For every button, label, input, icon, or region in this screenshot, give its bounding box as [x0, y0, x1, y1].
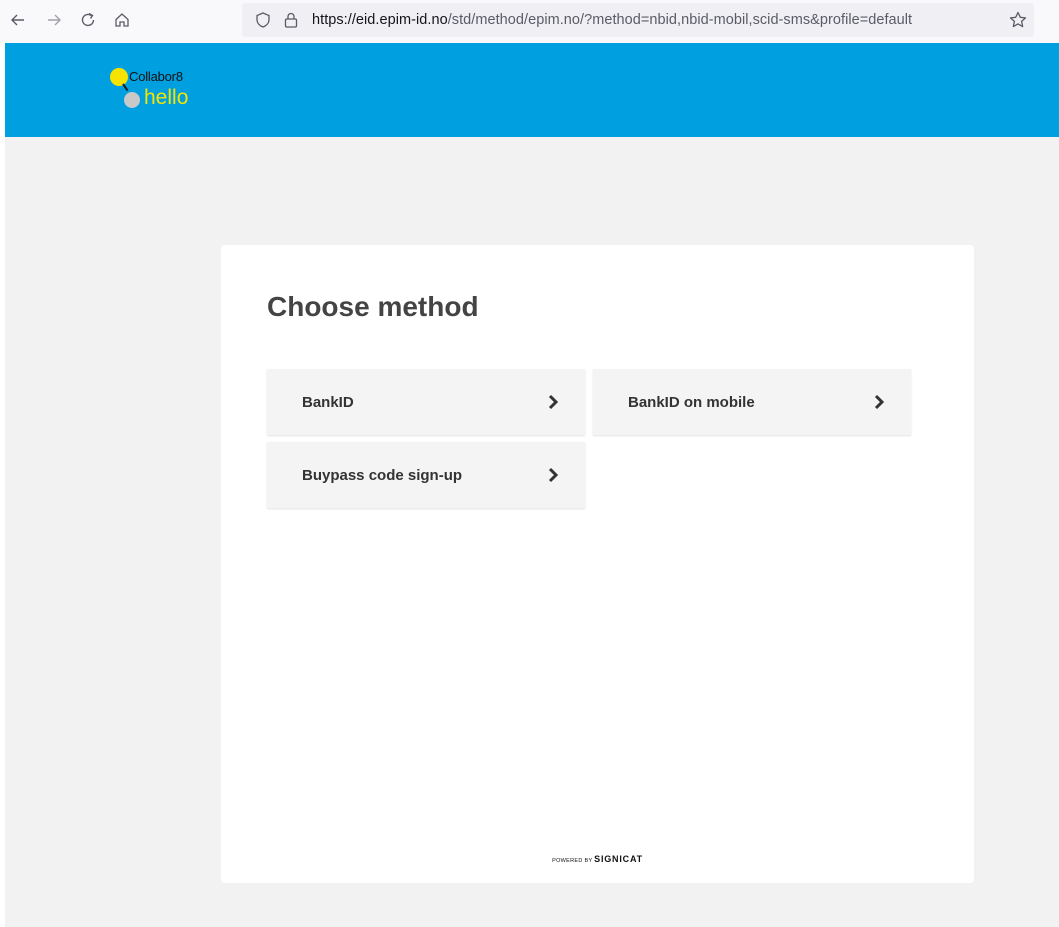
reload-icon[interactable]: [74, 6, 102, 34]
logo-hello-text: hello: [144, 86, 189, 109]
url-text: https://eid.epim-id.no/std/method/epim.n…: [312, 12, 992, 28]
logo-yellow-dot: [110, 68, 128, 86]
method-card: Choose method BankID BankID on mobile Bu…: [221, 245, 974, 883]
lock-icon[interactable]: [282, 11, 300, 29]
method-bankid[interactable]: BankID: [267, 369, 585, 435]
chevron-right-icon: [548, 394, 559, 410]
url-host: https://eid.epim-id.no: [312, 12, 448, 28]
collabor8-logo[interactable]: Collabor8 hello: [108, 64, 228, 120]
logo-brand-text: Collabor8: [129, 69, 183, 84]
browser-toolbar: https://eid.epim-id.no/std/method/epim.n…: [0, 0, 1059, 43]
method-label: Buypass code sign-up: [302, 467, 463, 484]
page-title: Choose method: [267, 291, 479, 322]
method-buypass-code[interactable]: Buypass code sign-up: [267, 442, 585, 508]
site-header: Collabor8 hello: [5, 43, 1059, 137]
back-icon[interactable]: [4, 6, 32, 34]
powered-by-text: POWERED BY: [552, 858, 593, 864]
signicat-brand: SIGNICAT: [594, 854, 643, 864]
method-label: BankID: [302, 394, 354, 411]
method-label: BankID on mobile: [628, 394, 755, 411]
url-bar[interactable]: https://eid.epim-id.no/std/method/epim.n…: [242, 3, 1034, 37]
forward-icon[interactable]: [40, 6, 68, 34]
url-path: /std/method/epim.no/?method=nbid,nbid-mo…: [447, 12, 913, 28]
shield-icon[interactable]: [254, 11, 272, 29]
logo-connector: [122, 83, 129, 92]
home-icon[interactable]: [108, 6, 136, 34]
chevron-right-icon: [548, 467, 559, 483]
chevron-right-icon: [874, 394, 885, 410]
powered-by-footer[interactable]: POWERED BY SIGNICAT: [221, 854, 974, 864]
logo-grey-dot: [124, 92, 140, 108]
method-bankid-mobile[interactable]: BankID on mobile: [593, 369, 911, 435]
star-icon[interactable]: [1008, 10, 1028, 30]
